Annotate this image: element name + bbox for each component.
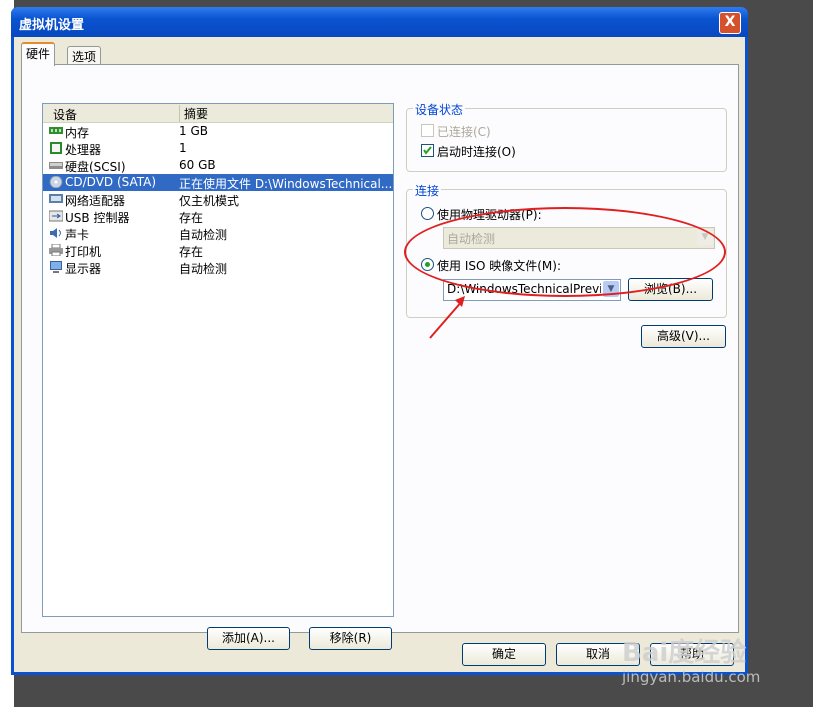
device-list[interactable]: 设备 摘要 内存 1 GB 处理器 1 硬盘(SCSI) 60 GB CD/DV… bbox=[42, 103, 394, 617]
device-summary: 自动检测 bbox=[179, 228, 228, 242]
network-adapter-icon bbox=[49, 194, 63, 203]
device-summary: 1 bbox=[179, 141, 187, 155]
device-name: CD/DVD (SATA) bbox=[65, 175, 157, 189]
monitor-icon bbox=[50, 261, 62, 273]
watermark-brand: Bai度经验 bbox=[622, 638, 747, 668]
column-header-summary[interactable]: 摘要 bbox=[179, 105, 208, 122]
close-button[interactable]: X bbox=[719, 12, 741, 34]
annotation-ellipse bbox=[404, 207, 726, 297]
device-row-usb[interactable]: USB 控制器 存在 bbox=[43, 208, 393, 225]
device-status-label: 设备状态 bbox=[413, 101, 466, 118]
ok-button[interactable]: 确定 bbox=[462, 643, 546, 666]
device-row-harddisk[interactable]: 硬盘(SCSI) 60 GB bbox=[43, 157, 393, 174]
printer-icon bbox=[49, 244, 63, 256]
dialog-client: 硬件 选项 设备 摘要 内存 1 GB 处理器 1 硬盘(SCSI) 60 GB… bbox=[14, 37, 745, 672]
processor-icon bbox=[50, 142, 62, 154]
device-row-cd-dvd[interactable]: CD/DVD (SATA) 正在使用文件 D:\WindowsTechnical… bbox=[43, 174, 393, 191]
device-name: 网络适配器 bbox=[65, 194, 126, 208]
connected-checkbox[interactable] bbox=[421, 124, 434, 137]
device-row-network[interactable]: 网络适配器 仅主机模式 bbox=[43, 191, 393, 208]
device-summary: 1 GB bbox=[179, 124, 208, 138]
hardware-panel: 设备 摘要 内存 1 GB 处理器 1 硬盘(SCSI) 60 GB CD/DV… bbox=[21, 64, 739, 650]
device-summary: 存在 bbox=[179, 245, 204, 259]
tab-hardware[interactable]: 硬件 bbox=[21, 42, 56, 66]
cd-dvd-icon bbox=[49, 176, 63, 188]
device-name: 内存 bbox=[65, 126, 90, 140]
connect-at-power-on-checkbox[interactable] bbox=[421, 144, 434, 157]
memory-icon bbox=[49, 127, 63, 134]
device-name: 处理器 bbox=[65, 143, 102, 157]
remove-button[interactable]: 移除(R) bbox=[309, 627, 392, 650]
device-summary: 自动检测 bbox=[179, 262, 228, 276]
device-name: 显示器 bbox=[65, 262, 102, 276]
device-summary: 存在 bbox=[179, 211, 204, 225]
advanced-button[interactable]: 高级(V)... bbox=[641, 325, 726, 348]
device-summary: 60 GB bbox=[179, 158, 216, 172]
device-row-sound[interactable]: 声卡 自动检测 bbox=[43, 225, 393, 242]
list-header: 设备 摘要 bbox=[43, 104, 393, 123]
sound-card-icon bbox=[50, 228, 61, 238]
physical-drive-radio[interactable] bbox=[421, 207, 434, 220]
device-summary: 正在使用文件 D:\WindowsTechnical... bbox=[179, 177, 393, 191]
watermark-url: jingyan.baidu.com bbox=[622, 668, 761, 686]
harddisk-icon bbox=[49, 162, 63, 169]
connected-label: 已连接(C) bbox=[437, 125, 491, 139]
device-status-group: 设备状态 已连接(C) 启动时连接(O) bbox=[406, 101, 727, 172]
device-row-printer[interactable]: 打印机 存在 bbox=[43, 242, 393, 259]
connection-label: 连接 bbox=[413, 182, 442, 199]
add-button[interactable]: 添加(A)... bbox=[207, 627, 290, 650]
column-header-device[interactable]: 设备 bbox=[53, 106, 77, 123]
device-row-processor[interactable]: 处理器 1 bbox=[43, 140, 393, 157]
device-name: 声卡 bbox=[65, 228, 90, 242]
device-row-monitor[interactable]: 显示器 自动检测 bbox=[43, 259, 393, 276]
device-row-memory[interactable]: 内存 1 GB bbox=[43, 123, 393, 140]
connect-at-power-on-label: 启动时连接(O) bbox=[437, 145, 516, 159]
window-title: 虚拟机设置 bbox=[19, 18, 85, 33]
settings-dialog: 虚拟机设置 X 硬件 选项 设备 摘要 内存 1 GB 处理器 1 硬盘(SCS… bbox=[11, 7, 748, 675]
title-bar[interactable]: 虚拟机设置 X bbox=[11, 7, 748, 37]
check-icon bbox=[423, 146, 432, 155]
device-summary: 仅主机模式 bbox=[179, 194, 240, 208]
annotation-arrow-icon bbox=[429, 296, 465, 339]
usb-icon bbox=[49, 210, 63, 222]
device-name: 打印机 bbox=[65, 245, 102, 259]
device-name: USB 控制器 bbox=[65, 211, 130, 225]
device-name: 硬盘(SCSI) bbox=[65, 160, 126, 174]
